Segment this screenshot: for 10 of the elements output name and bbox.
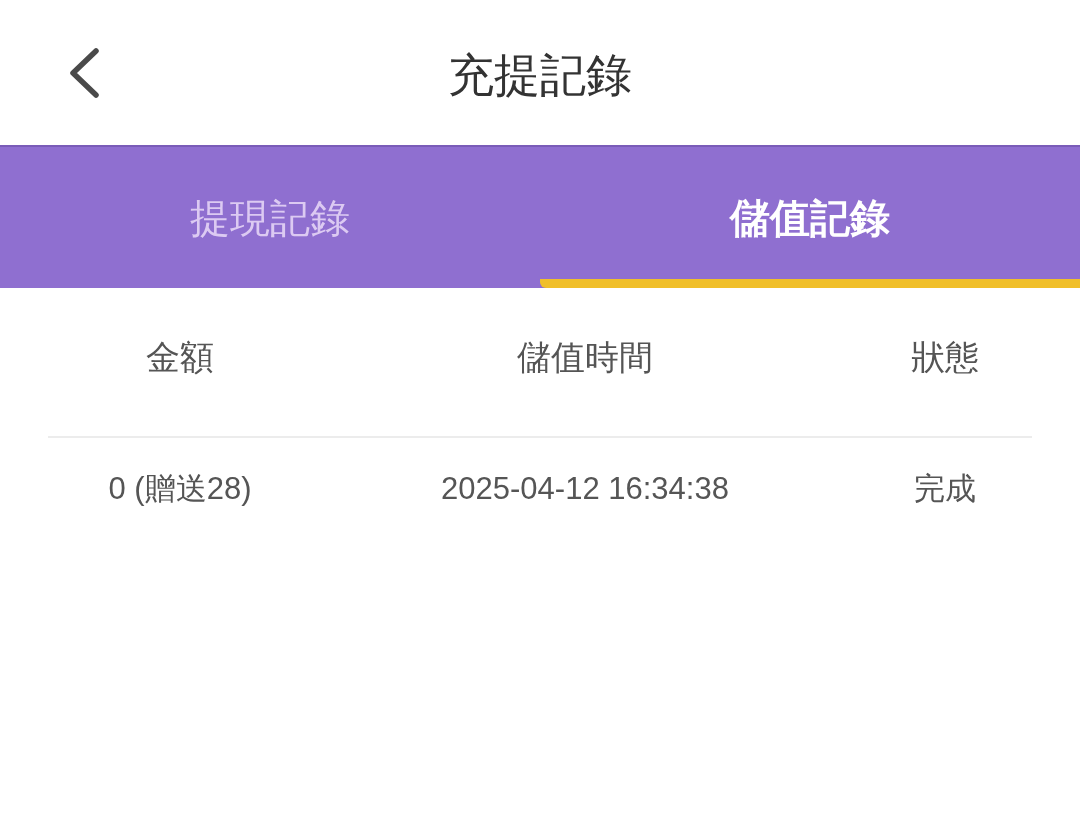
column-header: 狀態: [911, 340, 979, 374]
column-header: 儲值時間: [517, 340, 653, 374]
table-cell: 2025-04-12 16:34:38: [441, 472, 729, 504]
column-header: 金額: [146, 340, 214, 374]
back-icon: [68, 48, 100, 98]
tab[interactable]: 儲值記錄: [540, 147, 1080, 288]
page-title: 充提記錄: [448, 51, 632, 98]
table-cell: 完成: [914, 472, 976, 504]
tab[interactable]: 提現記錄: [0, 147, 540, 288]
table-cell: 0 (贈送28): [108, 472, 252, 504]
